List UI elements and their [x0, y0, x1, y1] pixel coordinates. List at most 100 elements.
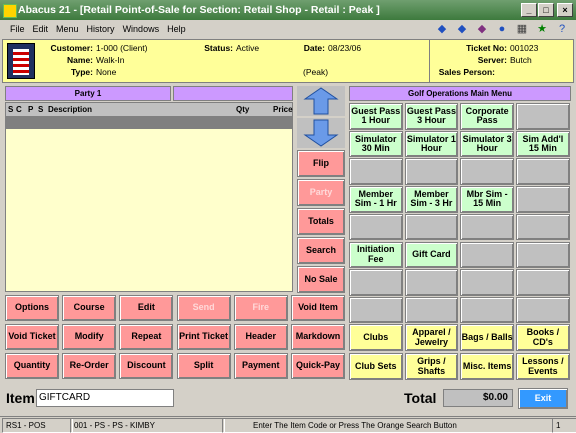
course-button[interactable]: Course: [62, 295, 117, 321]
menu-button-empty[interactable]: [516, 296, 570, 324]
quick-pay-button[interactable]: Quick-Pay: [291, 353, 345, 379]
function-buttons: Options Course Edit Send Fire Void Item Void T…: [5, 295, 345, 380]
re-order-button[interactable]: Re-Order: [62, 353, 117, 379]
menu-history[interactable]: History: [83, 20, 119, 38]
menu-button-empty[interactable]: [460, 213, 514, 241]
category-button-books-cd-s[interactable]: Books / CD's: [516, 324, 570, 351]
type-label: Type:: [70, 67, 93, 77]
server-label: Server:: [477, 55, 507, 65]
menu-button-corporate-pass[interactable]: Corporate Pass: [460, 103, 514, 130]
customer-avatar: [7, 43, 35, 79]
void-ticket-button[interactable]: Void Ticket: [5, 324, 59, 350]
forward-arrow-icon[interactable]: ◆: [454, 21, 470, 37]
category-button-clubs[interactable]: Clubs: [349, 324, 403, 351]
category-button-grips-shafts[interactable]: Grips / Shafts: [404, 353, 459, 380]
menu-help[interactable]: Help: [163, 20, 190, 38]
split-button[interactable]: Split: [176, 353, 231, 379]
gem-icon[interactable]: ◆: [474, 21, 490, 37]
name-value: Walk-In: [96, 55, 125, 65]
payment-button[interactable]: Payment: [233, 353, 288, 379]
menu-button-empty[interactable]: [516, 186, 570, 213]
search-button[interactable]: Search: [297, 237, 345, 264]
menu-button-guest-pass-1-hour[interactable]: Guest Pass 1 Hour: [349, 103, 403, 130]
menu-file[interactable]: File: [6, 20, 29, 38]
menu-button-sim-add-l-15-min[interactable]: Sim Add'l 15 Min: [516, 130, 570, 158]
window-title: Abacus 21 - [Retail Point-of-Sale for Se…: [18, 4, 380, 16]
person-icon[interactable]: ★: [534, 21, 550, 37]
menu-button-empty[interactable]: [516, 103, 570, 130]
ticket-items-list[interactable]: S C P S Description Qty Price: [5, 102, 293, 292]
col-price: Price: [273, 105, 293, 114]
globe-icon[interactable]: ●: [494, 21, 510, 37]
menu-button-empty[interactable]: [404, 296, 459, 324]
col-p: P: [28, 105, 34, 114]
totals-button[interactable]: Totals: [297, 208, 345, 235]
menu-button-simulator-1-hour[interactable]: Simulator 1 Hour: [404, 130, 459, 158]
menu-button-empty[interactable]: [349, 269, 403, 296]
send-button[interactable]: Send: [176, 295, 231, 321]
menu-button-simulator-30-min[interactable]: Simulator 30 Min: [349, 130, 403, 158]
edit-button[interactable]: Edit: [119, 295, 174, 321]
menu-button-empty[interactable]: [404, 213, 459, 241]
menu-button-empty[interactable]: [516, 158, 570, 185]
discount-button[interactable]: Discount: [119, 353, 174, 379]
void-item-button[interactable]: Void Item: [291, 295, 345, 321]
menu-windows[interactable]: Windows: [119, 20, 164, 38]
close-button[interactable]: ×: [557, 3, 573, 17]
menu-button-gift-card[interactable]: Gift Card: [404, 241, 459, 268]
menu-button-simulator-3-hour[interactable]: Simulator 3 Hour: [460, 130, 514, 158]
menu-button-empty[interactable]: [516, 213, 570, 241]
exit-button[interactable]: Exit: [518, 388, 568, 409]
header-divider: [429, 40, 430, 82]
no-sale-button[interactable]: No Sale: [297, 266, 345, 293]
menu-button-empty[interactable]: [516, 241, 570, 268]
flip-button[interactable]: Flip: [297, 150, 345, 177]
menu-button-empty[interactable]: [460, 158, 514, 185]
options-button[interactable]: Options: [5, 295, 59, 321]
maximize-button[interactable]: □: [538, 3, 554, 17]
col-qty: Qty: [236, 105, 250, 114]
menu-menu[interactable]: Menu: [52, 20, 83, 38]
menu-button-empty[interactable]: [349, 213, 403, 241]
menu-button-guest-pass-3-hour[interactable]: Guest Pass 3 Hour: [404, 103, 459, 130]
help-icon[interactable]: ?: [554, 21, 570, 37]
ticket-value: 001023: [510, 43, 539, 53]
menu-button-mbr-sim-15-min[interactable]: Mbr Sim - 15 Min: [460, 186, 514, 213]
category-button-misc-items[interactable]: Misc. Items: [460, 353, 514, 380]
header-button[interactable]: Header: [233, 324, 288, 350]
menu-edit[interactable]: Edit: [29, 20, 53, 38]
menu-button-empty[interactable]: [404, 158, 459, 185]
markdown-button[interactable]: Markdown: [291, 324, 345, 350]
fire-button[interactable]: Fire: [233, 295, 288, 321]
title-bar: Abacus 21 - [Retail Point-of-Sale for Se…: [0, 0, 576, 20]
category-button-bags-balls[interactable]: Bags / Balls: [460, 324, 514, 351]
menu-button-empty[interactable]: [349, 296, 403, 324]
minimize-button[interactable]: _: [521, 3, 537, 17]
items-column-headers: S C P S Description Qty Price: [6, 103, 293, 116]
item-code-input[interactable]: GIFTCARD: [36, 389, 174, 407]
category-button-club-sets[interactable]: Club Sets: [349, 353, 403, 380]
menu-button-empty[interactable]: [460, 269, 514, 296]
item-label: Item: [6, 390, 35, 406]
scroll-up-button[interactable]: [297, 86, 345, 116]
category-button-lessons-events[interactable]: Lessons / Events: [516, 353, 570, 380]
repeat-button[interactable]: Repeat: [119, 324, 174, 350]
party-button[interactable]: Party: [297, 179, 345, 206]
party-title[interactable]: Party 1: [5, 86, 171, 101]
menu-button-member-sim-3-hr[interactable]: Member Sim - 3 Hr: [404, 186, 459, 213]
menu-button-member-sim-1-hr[interactable]: Member Sim - 1 Hr: [349, 186, 403, 213]
category-button-apparel-jewelry[interactable]: Apparel / Jewelry: [404, 324, 459, 351]
modify-button[interactable]: Modify: [62, 324, 117, 350]
menu-button-empty[interactable]: [349, 158, 403, 185]
calculator-icon[interactable]: ▦: [514, 21, 530, 37]
quantity-button[interactable]: Quantity: [5, 353, 59, 379]
back-arrow-icon[interactable]: ◆: [434, 21, 450, 37]
menu-button-empty[interactable]: [460, 296, 514, 324]
menu-button-empty[interactable]: [460, 241, 514, 268]
scroll-down-button[interactable]: [297, 118, 345, 148]
selected-item-row[interactable]: [6, 116, 292, 129]
menu-button-empty[interactable]: [516, 269, 570, 296]
menu-button-empty[interactable]: [404, 269, 459, 296]
menu-button-initiation-fee[interactable]: Initiation Fee: [349, 241, 403, 268]
print-ticket-button[interactable]: Print Ticket: [176, 324, 231, 350]
